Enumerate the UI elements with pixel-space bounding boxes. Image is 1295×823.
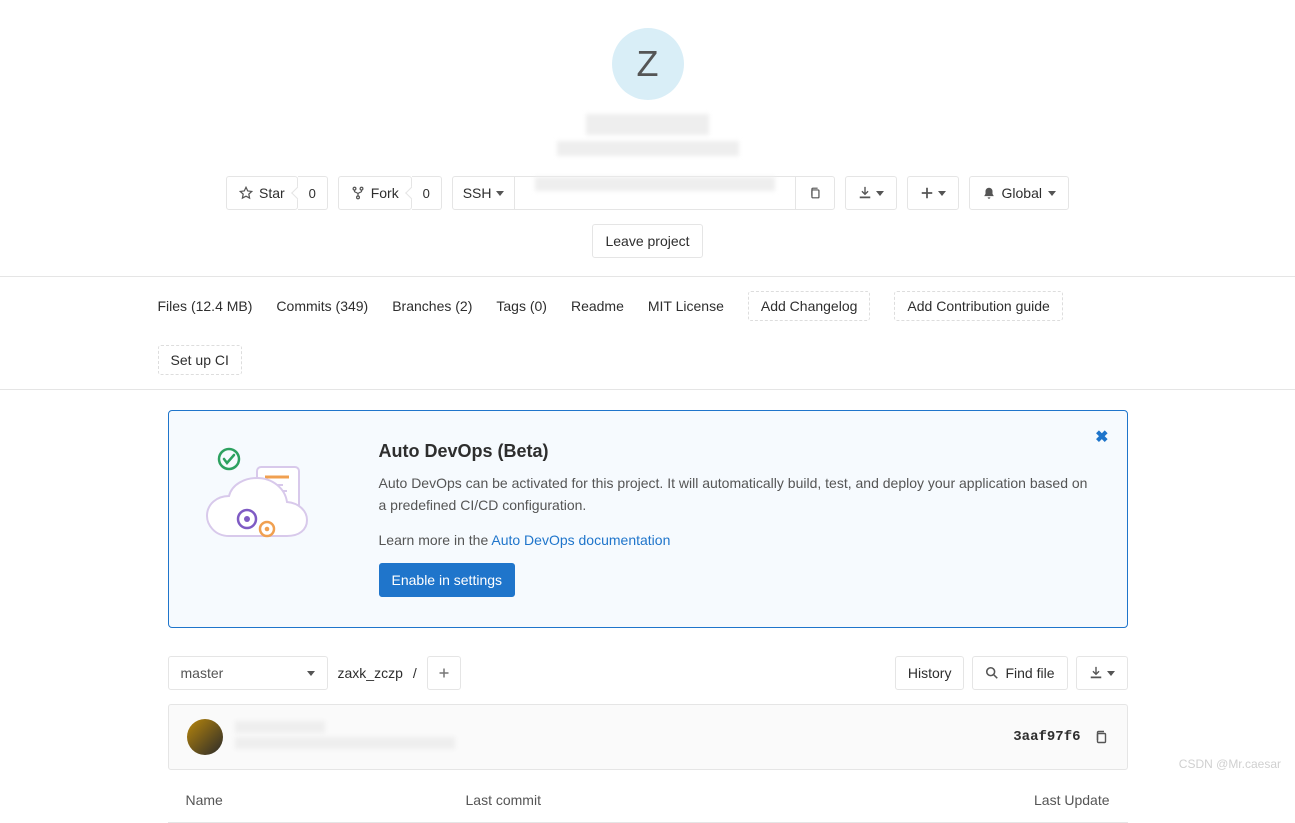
repo-controls: master zaxk_zczp / History Find file (168, 656, 1128, 690)
clone-protocol-select[interactable]: SSH (452, 176, 515, 210)
chevron-down-icon (307, 671, 315, 676)
leave-project-button[interactable]: Leave project (592, 224, 702, 258)
star-button[interactable]: Star (226, 176, 298, 210)
stats-bar: Files (12.4 MB) Commits (349) Branches (… (0, 276, 1295, 390)
clone-protocol-label: SSH (463, 185, 492, 201)
files-table-header: Name Last commit Last Update (168, 778, 1128, 823)
project-subtitle: xxxxxxxxxxxxxxxxxxxxxxxxxxxx (0, 141, 1295, 156)
chevron-down-icon (496, 191, 504, 196)
chevron-down-icon (1048, 191, 1056, 196)
download-icon (1089, 666, 1103, 680)
branch-label: master (181, 665, 224, 681)
clone-url-input[interactable] (515, 176, 795, 210)
download-button[interactable] (845, 176, 897, 210)
star-label: Star (259, 185, 285, 201)
enable-devops-button[interactable]: Enable in settings (379, 563, 516, 597)
add-contribution-button[interactable]: Add Contribution guide (894, 291, 1062, 321)
add-file-button[interactable] (427, 656, 461, 690)
commit-author-avatar[interactable] (187, 719, 223, 755)
stat-tags[interactable]: Tags (0) (496, 298, 547, 314)
stat-commits[interactable]: Commits (349) (276, 298, 368, 314)
project-avatar: Z (612, 28, 684, 100)
add-changelog-button[interactable]: Add Changelog (748, 291, 871, 321)
chevron-down-icon (876, 191, 884, 196)
copy-url-button[interactable] (795, 176, 835, 210)
close-banner-button[interactable]: ✖ (1095, 427, 1108, 447)
fork-count[interactable]: 0 (412, 176, 442, 210)
notification-button[interactable]: Global (969, 176, 1069, 210)
stat-files[interactable]: Files (12.4 MB) (158, 298, 253, 314)
copy-sha-button[interactable] (1093, 729, 1109, 745)
commit-sha[interactable]: 3aaf97f6 (1013, 729, 1080, 745)
history-button[interactable]: History (895, 656, 965, 690)
fork-icon (351, 186, 365, 200)
stat-branches[interactable]: Branches (2) (392, 298, 472, 314)
stat-readme[interactable]: Readme (571, 298, 624, 314)
last-commit-box: 3aaf97f6 (168, 704, 1128, 770)
commit-message[interactable] (235, 721, 455, 753)
fork-label: Fork (371, 185, 399, 201)
find-file-button[interactable]: Find file (972, 656, 1067, 690)
stat-license[interactable]: MIT License (648, 298, 724, 314)
project-actions: Star 0 Fork 0 SSH (0, 176, 1295, 210)
devops-title: Auto DevOps (Beta) (379, 441, 1097, 462)
col-last-commit: Last commit (466, 792, 1035, 808)
devops-banner: ✖ Auto DevOps (Beta) Aut (168, 410, 1128, 628)
add-button[interactable] (907, 176, 959, 210)
fork-button[interactable]: Fork (338, 176, 412, 210)
bell-icon (982, 186, 996, 200)
clone-group: SSH (452, 176, 835, 210)
devops-illustration (199, 441, 339, 561)
download-icon (858, 186, 872, 200)
devops-learn-more: Learn more in the Auto DevOps documentat… (379, 529, 1097, 551)
plus-icon (920, 186, 934, 200)
setup-ci-button[interactable]: Set up CI (158, 345, 242, 375)
devops-description: Auto DevOps can be activated for this pr… (379, 472, 1097, 517)
breadcrumb-root[interactable]: zaxk_zczp (338, 665, 403, 681)
project-name: xxxxxx xxxxxxx (0, 114, 1295, 135)
chevron-down-icon (938, 191, 946, 196)
chevron-down-icon (1107, 671, 1115, 676)
star-count[interactable]: 0 (298, 176, 328, 210)
find-file-label: Find file (1005, 665, 1054, 681)
devops-doc-link[interactable]: Auto DevOps documentation (491, 532, 670, 548)
plus-icon (438, 667, 450, 679)
notification-label: Global (1002, 185, 1042, 201)
breadcrumb-separator: / (413, 665, 417, 681)
download-source-button[interactable] (1076, 656, 1128, 690)
branch-select[interactable]: master (168, 656, 328, 690)
copy-icon (808, 186, 822, 200)
star-icon (239, 186, 253, 200)
search-icon (985, 666, 999, 680)
col-last-update: Last Update (1034, 792, 1110, 808)
col-name: Name (186, 792, 466, 808)
